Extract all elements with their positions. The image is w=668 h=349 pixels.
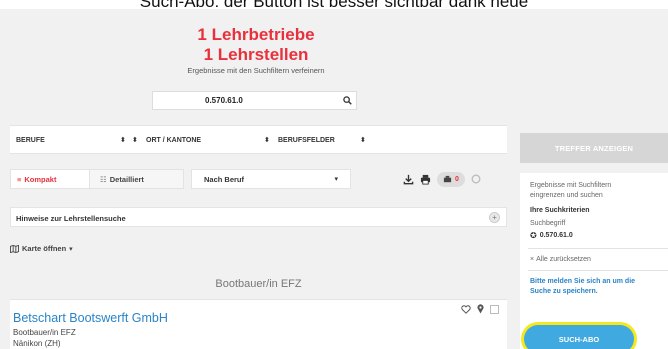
chevron-updown-icon: ⬍ <box>360 137 366 144</box>
summary-intro-1: Ergebnisse mit Suchfiltern <box>530 182 612 189</box>
download-icon <box>403 174 414 184</box>
toolbar-actions: 0 <box>403 169 507 189</box>
summary-intro-2: eingrenzen und suchen <box>530 192 603 199</box>
settings-button[interactable] <box>471 174 481 184</box>
filter-bar: BERUFE ⬍ ORT / KANTONE ⬍ ⬍ BERUFSFELDER … <box>10 125 507 154</box>
filter-berufsfelder-label: BERUFSFELDER <box>278 137 335 144</box>
results-hint: Ergebnisse mit den Suchfiltern verfeiner… <box>187 66 325 75</box>
lehrstelle-card[interactable]: Betschart Bootswerft GmbH Bootbauer/in E… <box>10 299 507 349</box>
lehrstellen-page: 1 Lehrbetriebe 1 Lehrstellen Ergebnisse … <box>0 9 668 349</box>
heart-icon[interactable] <box>461 304 471 314</box>
map-pin-icon[interactable] <box>477 304 484 314</box>
view-toolbar: ≡ Kompakt ☷ Detailliert Nach Beruf ▾ 0 <box>10 169 507 189</box>
company-link[interactable]: Betschart Bootswerft GmbH <box>13 311 168 325</box>
view-kompakt-label: Kompakt <box>24 174 57 184</box>
filter-berufe-label: BERUFE <box>16 137 45 144</box>
printer-list-icon <box>443 175 452 182</box>
sidebar: TREFFER ANZEIGEN Ergebnisse mit Suchfilt… <box>520 125 668 349</box>
select-checkbox[interactable] <box>490 304 499 314</box>
treffer-anzeigen-button[interactable]: TREFFER ANZEIGEN <box>520 133 668 163</box>
remove-icon[interactable]: ✪ <box>530 231 537 241</box>
circle-icon <box>471 174 481 184</box>
sort-select[interactable]: Nach Beruf ▾ <box>191 169 351 189</box>
reset-link[interactable]: × Alle zurücksetzen <box>530 255 591 265</box>
such-abo-button[interactable]: SUCH-ABO <box>524 325 634 349</box>
filter-ort-label: ORT / KANTONE <box>146 137 202 144</box>
suchbegriff-label: Suchbegriff <box>530 220 566 227</box>
login-hint-2[interactable]: Suche zu speichern. <box>530 287 598 297</box>
beruf-section-heading: Bootbauer/in EFZ <box>215 278 302 290</box>
chevron-down-icon: ▾ <box>334 176 338 183</box>
filter-berufe[interactable]: BERUFE ⬍ <box>16 126 136 155</box>
chevron-updown-icon: ⬍ <box>120 137 126 144</box>
search-input[interactable]: 0.570.61.0 <box>205 96 243 105</box>
suchbegriff-value: 0.570.61.0 <box>539 232 573 239</box>
download-button[interactable] <box>403 174 414 185</box>
lehrbetriebe-count: 1 Lehrbetriebe <box>197 25 315 44</box>
hinweise-label: Hinweise zur Lehrstellensuche <box>16 214 126 223</box>
print-icon <box>420 174 431 185</box>
view-detailliert-button[interactable]: ☷ Detailliert <box>90 169 184 189</box>
search-button[interactable] <box>338 92 356 109</box>
filter-berufsfelder[interactable]: ⬍ BERUFSFELDER ⬍ <box>264 126 438 155</box>
search-field[interactable]: 0.570.61.0 <box>152 91 357 110</box>
karte-oeffnen-button[interactable]: Karte öffnen ▾ <box>10 244 73 253</box>
chevron-updown-icon: ⬍ <box>264 137 270 144</box>
hinweise-accordion[interactable]: Hinweise zur Lehrstellensuche + <box>10 207 507 227</box>
view-kompakt-button[interactable]: ≡ Kompakt <box>10 169 90 189</box>
divider <box>528 248 668 249</box>
merkliste-count: 0 <box>455 175 459 183</box>
detail-list-icon: ☷ <box>100 174 107 184</box>
chevron-down-icon: ▾ <box>69 245 73 253</box>
divider <box>528 270 668 271</box>
list-icon: ≡ <box>17 174 22 184</box>
filter-ort-kantone[interactable]: ORT / KANTONE ⬍ <box>132 126 266 155</box>
close-icon: × <box>530 256 535 263</box>
karte-label: Karte öffnen <box>22 244 67 253</box>
view-detailliert-label: Detailliert <box>109 174 144 184</box>
login-hint-1[interactable]: Bitte melden Sie sich an um die <box>530 277 635 287</box>
lehrstellen-count: 1 Lehrstellen <box>203 45 309 64</box>
card-beruf: Bootbauer/in EFZ <box>13 328 76 337</box>
suchbegriff-chip[interactable]: ✪ 0.570.61.0 <box>530 231 573 241</box>
suchkriterien-heading: Ihre Suchkriterien <box>530 207 590 214</box>
print-button[interactable] <box>420 174 431 185</box>
expand-icon[interactable]: + <box>489 212 500 223</box>
card-ort: Nänikon (ZH) <box>13 339 61 348</box>
sort-select-value: Nach Beruf <box>204 174 245 184</box>
search-icon <box>342 96 352 105</box>
map-icon <box>10 244 19 253</box>
search-summary-panel: Ergebnisse mit Suchfiltern eingrenzen un… <box>520 173 668 349</box>
chevron-updown-icon: ⬍ <box>132 137 138 144</box>
merkliste-badge[interactable]: 0 <box>437 171 465 187</box>
reset-label: Alle zurücksetzen <box>536 256 591 263</box>
card-actions <box>461 304 499 314</box>
